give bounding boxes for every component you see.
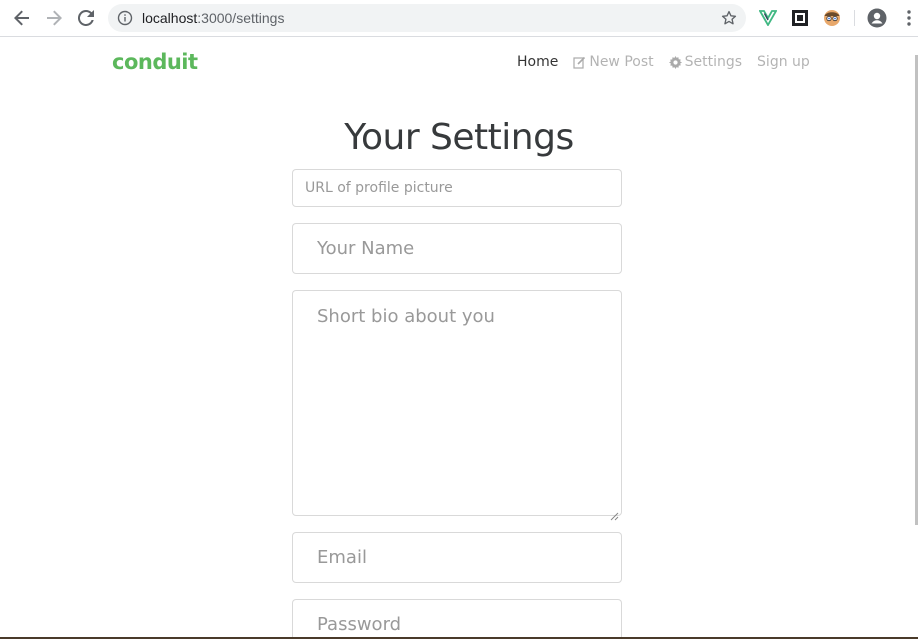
back-icon[interactable] <box>10 6 34 30</box>
bio-textarea[interactable]: Short bio about you <box>292 290 622 521</box>
nav-new-post-label: New Post <box>589 54 654 70</box>
compose-icon <box>573 56 586 69</box>
nav-sign-up[interactable]: Sign up <box>757 54 810 70</box>
bio-placeholder: Short bio about you <box>317 306 495 327</box>
main-nav: Home New Post Settings Sign up <box>517 54 825 70</box>
nav-new-post[interactable]: New Post <box>573 54 654 70</box>
password-placeholder: Password <box>317 614 402 635</box>
url-path: :3000/settings <box>197 10 285 26</box>
toolbar-divider <box>854 10 855 26</box>
reload-icon[interactable] <box>74 6 98 30</box>
address-bar[interactable]: localhost:3000/settings <box>108 4 746 32</box>
browser-toolbar: localhost:3000/settings <box>0 0 918 37</box>
menu-kebab-icon[interactable] <box>899 8 918 28</box>
brand-logo[interactable]: conduit <box>112 50 198 74</box>
gear-icon <box>668 55 682 69</box>
nav-settings-label: Settings <box>684 54 743 70</box>
email-input[interactable]: Email <box>292 532 622 583</box>
page-title: Your Settings <box>344 117 574 158</box>
site-info-icon[interactable] <box>117 10 133 26</box>
url-text: localhost:3000/settings <box>142 4 284 32</box>
nav-sign-up-label: Sign up <box>757 54 810 70</box>
email-placeholder: Email <box>317 547 367 568</box>
resize-handle-icon[interactable] <box>610 504 619 521</box>
nav-home[interactable]: Home <box>517 54 558 70</box>
nav-settings[interactable]: Settings <box>668 54 743 70</box>
password-input[interactable]: Password <box>292 599 622 639</box>
avatar-extension-icon[interactable] <box>822 8 842 28</box>
bookmark-star-icon[interactable] <box>720 9 738 27</box>
vue-devtools-icon[interactable] <box>758 8 778 28</box>
forward-icon[interactable] <box>42 6 66 30</box>
nav-home-label: Home <box>517 54 559 70</box>
profile-icon[interactable] <box>867 8 887 28</box>
profile-picture-url-input[interactable]: URL of profile picture <box>292 169 622 207</box>
name-input[interactable]: Your Name <box>292 223 622 274</box>
qr-extension-icon[interactable] <box>790 8 810 28</box>
url-host: localhost <box>142 10 198 26</box>
profile-picture-url-placeholder: URL of profile picture <box>305 180 453 196</box>
name-placeholder: Your Name <box>317 238 415 259</box>
